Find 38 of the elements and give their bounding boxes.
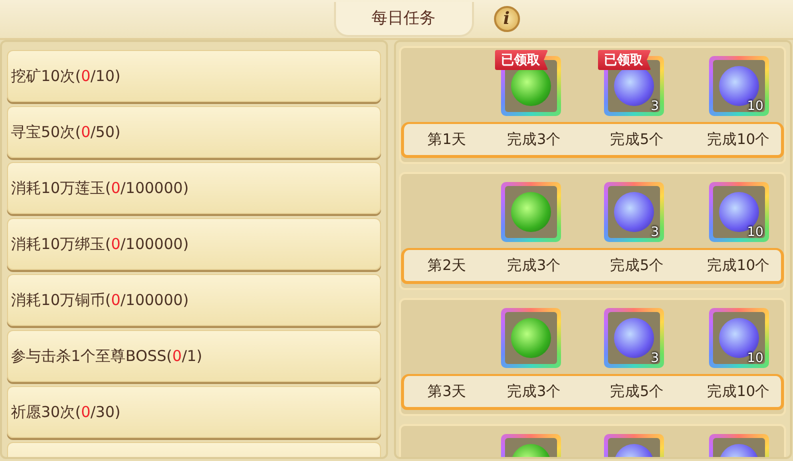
reward-requirement: 完成10个: [706, 382, 770, 401]
item-count: 10: [746, 351, 764, 366]
item-count: 3: [650, 225, 659, 240]
orb-icon: [511, 192, 551, 232]
orb-icon: [511, 318, 551, 358]
task-row[interactable]: 挖矿10次(0/10): [7, 50, 381, 102]
task-label: 消耗10万莲玉(0/100000): [11, 178, 189, 198]
item-count: 10: [746, 225, 764, 240]
item-count: 3: [650, 99, 659, 114]
reward-requirement: 完成3个: [506, 256, 562, 275]
task-row[interactable]: 祈愿30次(0/30): [7, 386, 381, 438]
task-row[interactable]: 参与击杀1个至尊BOSS(0/1): [7, 330, 381, 382]
reward-requirement: 完成10个: [706, 130, 770, 149]
task-label: 参与击杀1个至尊BOSS(0/1): [11, 346, 202, 366]
task-label: 寻宝50次(0/50): [11, 122, 120, 142]
task-row[interactable]: 消耗10万铜币(0/100000): [7, 274, 381, 326]
task-label: 消耗10万绑玉(0/100000): [11, 234, 189, 254]
task-row[interactable]: 消耗10万莲玉(0/100000): [7, 162, 381, 214]
day-label: 第1天: [427, 131, 467, 149]
task-row[interactable]: 消耗10万绑玉(0/100000): [7, 218, 381, 270]
panel-title: 每日任务: [334, 2, 474, 36]
item-count: 10: [746, 99, 764, 114]
task-label: 消耗10万铜币(0/100000): [11, 290, 189, 310]
reward-requirement: 完成3个: [506, 382, 562, 401]
info-icon[interactable]: i: [494, 6, 520, 32]
claimed-badge: 已领取: [495, 50, 548, 70]
task-label: 挖矿10次(0/10): [11, 66, 120, 86]
claimed-badge: 已领取: [598, 50, 651, 70]
item-count: 3: [650, 351, 659, 366]
reward-requirement: 完成5个: [610, 130, 664, 149]
reward-requirement: 完成10个: [706, 256, 770, 275]
reward-requirement: 完成5个: [610, 256, 664, 275]
day-label: 第3天: [427, 383, 467, 401]
reward-requirement: 完成5个: [610, 382, 664, 401]
task-row[interactable]: 寻宝50次(0/50): [7, 106, 381, 158]
reward-requirement: 完成3个: [506, 130, 562, 149]
day-label: 第2天: [427, 257, 467, 275]
task-label: 祈愿30次(0/30): [11, 402, 120, 422]
